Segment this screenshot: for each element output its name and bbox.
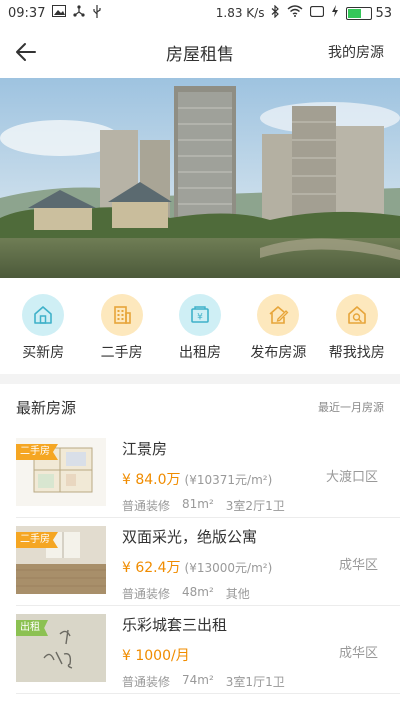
handwritten-note-thumbnail: 出租 [16, 614, 106, 682]
svg-text:¥: ¥ [197, 313, 203, 323]
menu-item-new-house[interactable]: 买新房 [5, 286, 81, 362]
listing-decoration: 普通装修 [122, 499, 171, 513]
publish-icon [257, 294, 300, 336]
listing-price: ¥ 1000/月 [122, 648, 190, 664]
wifi-icon [287, 5, 303, 21]
listing-tag: 二手房 [16, 444, 58, 460]
listing-title: 乐彩城套三出租 [122, 616, 228, 634]
listing-area: 48m² [182, 585, 214, 599]
battery-icon [346, 6, 373, 20]
listing-unit-price: (¥10371元/m²) [184, 473, 273, 487]
listing-area: 81m² [182, 497, 214, 511]
listing-item[interactable]: 二手房 双面采光，绝版公寓 ¥ 62.4万 (¥13000元/m²) 成华区 普… [0, 518, 400, 606]
charging-icon [331, 5, 339, 21]
page-title: 房屋租售 [166, 44, 234, 65]
banner-image[interactable] [0, 78, 400, 278]
battery-level: 53 [375, 5, 392, 21]
my-listings-link[interactable]: 我的房源 [328, 42, 384, 62]
listing-layout: 3室1厅1卫 [225, 675, 285, 689]
floorplan-thumbnail: 二手房 [16, 438, 106, 506]
arrow-left-icon [16, 43, 36, 61]
share-network-icon [73, 5, 86, 21]
nav-bar: 房屋租售 我的房源 [0, 26, 400, 78]
listing-area: 74m² [182, 673, 214, 687]
listing-decoration: 普通装修 [122, 675, 171, 689]
listing-title: 双面采光，绝版公寓 [122, 528, 258, 546]
image-notification-icon [52, 5, 67, 21]
latest-listings-header: 最新房源 最近一月房源 [0, 384, 400, 430]
home-icon [22, 294, 65, 336]
listing-info: 乐彩城套三出租 ¥ 1000/月 成华区 普通装修 74m² 3室1厅1卫 [122, 606, 384, 694]
building-icon [100, 294, 143, 336]
category-menu: 买新房 二手房 ¥ 出租房 发布房源 帮我找房 [0, 286, 400, 366]
menu-item-find-house[interactable]: 帮我找房 [319, 286, 395, 362]
section-divider [0, 374, 400, 384]
menu-item-rental[interactable]: ¥ 出租房 [162, 286, 238, 362]
listing-unit-price: (¥13000元/m²) [184, 561, 273, 575]
listing-item[interactable]: 出租 乐彩城套三出租 ¥ 1000/月 成华区 普通装修 74m² 3室1厅1卫 [0, 606, 400, 694]
apartment-thumbnail: 二手房 [16, 526, 106, 594]
listing-district: 成华区 [338, 558, 378, 573]
status-bar: 09:37 1.83 K/s 53 [0, 0, 400, 26]
listing-price: ¥ 84.0万 [122, 472, 181, 488]
recent-month-link[interactable]: 最近一月房源 [318, 399, 384, 415]
section-title: 最新房源 [16, 398, 77, 417]
rent-icon: ¥ [178, 294, 221, 336]
menu-label: 帮我找房 [328, 345, 385, 361]
battery-indicator: 53 [346, 6, 392, 21]
menu-label: 买新房 [22, 345, 65, 361]
listing-info: 江景房 ¥ 84.0万 (¥10371元/m²) 大渡口区 普通装修 81m² … [122, 430, 384, 518]
menu-label: 出租房 [178, 345, 221, 361]
menu-item-second-hand[interactable]: 二手房 [84, 286, 160, 362]
network-speed: 1.83 K/s [215, 6, 265, 20]
listing-district: 大渡口区 [325, 470, 378, 485]
find-house-icon [335, 294, 378, 336]
sim-card-icon [310, 5, 325, 21]
listing-decoration: 普通装修 [122, 587, 171, 601]
listing-layout: 其他 [225, 587, 250, 601]
back-button[interactable] [12, 38, 40, 66]
listing-item[interactable]: 二手房 江景房 ¥ 84.0万 (¥10371元/m²) 大渡口区 普通装修 8… [0, 430, 400, 518]
menu-item-publish[interactable]: 发布房源 [240, 286, 316, 362]
usb-icon [92, 4, 102, 22]
listing-title: 江景房 [122, 440, 168, 458]
listing-layout: 3室2厅1卫 [225, 499, 285, 513]
listing-price: ¥ 62.4万 [122, 560, 181, 576]
listing-district: 成华区 [338, 646, 378, 661]
listing-info: 双面采光，绝版公寓 ¥ 62.4万 (¥13000元/m²) 成华区 普通装修 … [122, 518, 384, 606]
menu-label: 二手房 [100, 345, 143, 361]
listing-tag: 出租 [16, 620, 48, 636]
status-time: 09:37 [8, 5, 46, 21]
listing-tag: 二手房 [16, 532, 58, 548]
menu-label: 发布房源 [250, 345, 307, 361]
bluetooth-icon [271, 4, 280, 22]
